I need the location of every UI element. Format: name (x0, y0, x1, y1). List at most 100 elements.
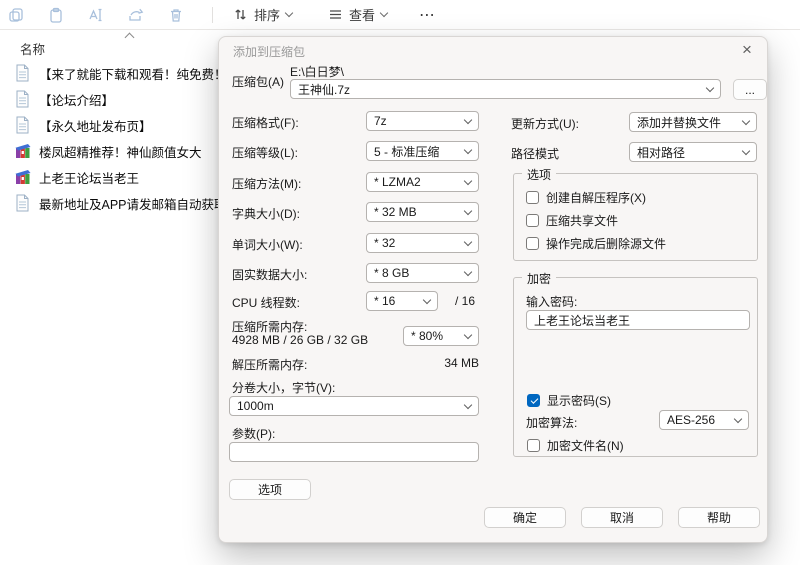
list-item[interactable]: 楼凤超精推荐！神仙颜值女大 (0, 138, 236, 164)
encrypt-filenames-label: 加密文件名(N) (547, 437, 624, 454)
options-button[interactable]: 选项 (229, 479, 311, 500)
encryption-group-title: 加密 (522, 270, 556, 287)
archive-icon (14, 142, 31, 160)
path-mode-value: 相对路径 (637, 144, 685, 161)
more-options-button[interactable]: ⋯ (411, 5, 444, 25)
close-icon[interactable]: × (735, 39, 759, 61)
options-group-title: 选项 (522, 166, 556, 183)
solid-size-combobox[interactable]: * 8 GB (366, 263, 479, 283)
column-header-name[interactable]: 名称 (20, 39, 45, 58)
encryption-method-value: AES-256 (667, 413, 715, 427)
solid-size-value: * 8 GB (374, 266, 409, 280)
chevron-down-icon (464, 115, 472, 123)
word-size-label: 单词大小(W): (232, 236, 303, 253)
update-mode-label: 更新方式(U): (511, 115, 579, 132)
cpu-threads-combobox[interactable]: * 16 (366, 291, 438, 311)
explorer-toolbar: 排序 查看 ⋯ (0, 0, 800, 30)
sort-label: 排序 (254, 5, 280, 24)
memory-decompress-label: 解压所需内存: (232, 356, 307, 373)
archive-name-value: 王神仙.7z (298, 81, 350, 98)
checkbox-icon (526, 214, 539, 227)
chevron-down-icon (380, 9, 388, 17)
list-item[interactable]: 【来了就能下载和观看！纯免费！】 (0, 60, 236, 86)
list-item[interactable]: 【论坛介绍】 (0, 86, 236, 112)
cancel-button[interactable]: 取消 (581, 507, 663, 528)
format-label: 压缩格式(F): (232, 114, 299, 131)
format-combobox[interactable]: 7z (366, 111, 479, 131)
delete-after-checkbox[interactable]: 操作完成后删除源文件 (526, 235, 666, 252)
delete-icon[interactable] (166, 5, 186, 25)
show-password-checkbox[interactable]: 显示密码(S) (527, 392, 611, 409)
checkbox-icon (527, 439, 540, 452)
cpu-threads-value: * 16 (374, 294, 395, 308)
create-sfx-checkbox[interactable]: 创建自解压程序(X) (526, 189, 646, 206)
volume-size-label: 分卷大小，字节(V): (232, 379, 335, 396)
delete-after-label: 操作完成后删除源文件 (546, 235, 666, 252)
method-label: 压缩方法(M): (232, 175, 301, 192)
path-mode-label: 路径模式 (511, 145, 559, 162)
encryption-method-label: 加密算法: (526, 414, 577, 431)
archive-path: E:\白日梦\ (290, 63, 344, 80)
archive-name-combobox[interactable]: 王神仙.7z (290, 79, 721, 99)
checkbox-icon (526, 191, 539, 204)
chevron-down-icon (464, 145, 472, 153)
method-combobox[interactable]: * LZMA2 (366, 172, 479, 192)
document-icon (14, 194, 31, 212)
screen: 排序 查看 ⋯ 名称 【来了就能下载和观看！纯免费！】 【 (0, 0, 800, 565)
file-list: 【来了就能下载和观看！纯免费！】 【论坛介绍】 【永久地址发布页】 楼凤超精推荐… (0, 60, 236, 216)
chevron-down-icon (742, 146, 750, 154)
show-password-label: 显示密码(S) (547, 392, 611, 409)
chevron-down-icon (464, 267, 472, 275)
volume-size-combobox[interactable]: 1000m (229, 396, 479, 416)
chevron-down-icon (742, 116, 750, 124)
list-item[interactable]: 【永久地址发布页】 (0, 112, 236, 138)
file-name: 【永久地址发布页】 (39, 116, 152, 135)
path-mode-combobox[interactable]: 相对路径 (629, 142, 757, 162)
file-name: 【论坛介绍】 (39, 90, 114, 109)
password-input[interactable] (526, 310, 750, 330)
sort-ascending-icon (125, 33, 135, 43)
copy-icon[interactable] (6, 5, 26, 25)
encryption-group: 加密 输入密码: 显示密码(S) 加密算法: AES-256 加密文件名(N) (513, 277, 758, 457)
share-icon[interactable] (126, 5, 146, 25)
list-item[interactable]: 上老王论坛当老王 (0, 164, 236, 190)
chevron-down-icon (464, 237, 472, 245)
word-size-combobox[interactable]: * 32 (366, 233, 479, 253)
view-button[interactable]: 查看 (318, 5, 397, 24)
method-value: * LZMA2 (374, 175, 421, 189)
password-label: 输入密码: (526, 293, 577, 310)
ok-button[interactable]: 确定 (484, 507, 566, 528)
chevron-down-icon (464, 176, 472, 184)
view-label: 查看 (349, 5, 375, 24)
rename-icon[interactable] (86, 5, 106, 25)
memory-percent-combobox[interactable]: * 80% (403, 326, 479, 346)
word-size-value: * 32 (374, 236, 395, 250)
compress-shared-label: 压缩共享文件 (546, 212, 618, 229)
parameters-input[interactable] (229, 442, 479, 462)
volume-size-value: 1000m (237, 399, 274, 413)
cpu-threads-label: CPU 线程数: (232, 294, 300, 311)
sort-button[interactable]: 排序 (223, 5, 302, 24)
paste-icon[interactable] (46, 5, 66, 25)
update-mode-value: 添加并替换文件 (637, 114, 721, 131)
solid-size-label: 固实数据大小: (232, 266, 307, 283)
chevron-down-icon (464, 206, 472, 214)
archive-icon (14, 168, 31, 186)
memory-percent-value: * 80% (411, 329, 443, 343)
update-mode-combobox[interactable]: 添加并替换文件 (629, 112, 757, 132)
memory-decompress-value: 34 MB (417, 356, 479, 370)
document-icon (14, 90, 31, 108)
browse-button[interactable]: ... (733, 79, 767, 100)
level-combobox[interactable]: 5 - 标准压缩 (366, 141, 479, 161)
dictionary-combobox[interactable]: * 32 MB (366, 202, 479, 222)
checkbox-icon (526, 237, 539, 250)
help-button[interactable]: 帮助 (678, 507, 760, 528)
format-value: 7z (374, 114, 387, 128)
chevron-down-icon (464, 330, 472, 338)
toolbar-separator (212, 7, 213, 23)
list-item[interactable]: 最新地址及APP请发邮箱自动获取！！！ (0, 190, 236, 216)
encryption-method-combobox[interactable]: AES-256 (659, 410, 749, 430)
compress-shared-checkbox[interactable]: 压缩共享文件 (526, 212, 618, 229)
chevron-down-icon (706, 83, 714, 91)
encrypt-filenames-checkbox[interactable]: 加密文件名(N) (527, 437, 624, 454)
